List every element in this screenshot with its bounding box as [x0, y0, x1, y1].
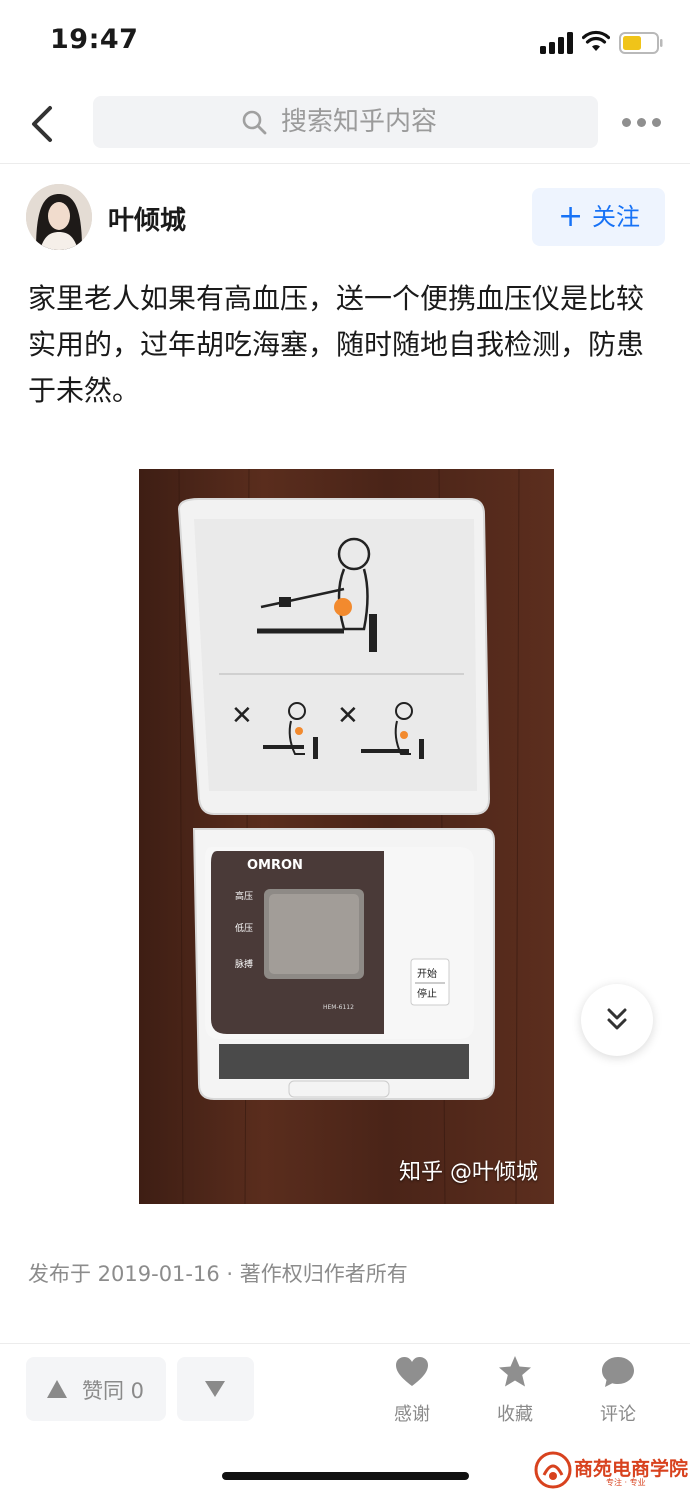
- publish-meta: 发布于 2019-01-16 · 著作权归作者所有: [28, 1262, 408, 1286]
- device-model: HEM-6112: [323, 1004, 354, 1011]
- author-name[interactable]: 叶倾城: [108, 200, 186, 237]
- svg-text:✕: ✕: [231, 701, 253, 731]
- triangle-down-icon: [205, 1381, 225, 1397]
- battery-icon: [619, 32, 663, 54]
- follow-label: 关注: [592, 203, 640, 231]
- home-indicator: [222, 1472, 469, 1480]
- top-nav: 搜索知乎内容: [0, 84, 690, 164]
- answer-text: 家里老人如果有高血压，送一个便携血压仪是比较实用的，过年胡吃海塞，随时随地自我检…: [28, 282, 645, 407]
- device-button-label-2: 停止: [417, 987, 437, 1000]
- status-time: 19:47: [50, 24, 139, 55]
- chevron-left-icon[interactable]: [24, 102, 64, 146]
- search-icon: [242, 110, 267, 135]
- double-chevron-down-icon: [607, 1008, 627, 1030]
- image-watermark: 知乎 @叶倾城: [399, 1160, 538, 1185]
- vote-down-button[interactable]: [177, 1357, 254, 1421]
- more-dots-icon[interactable]: [622, 110, 662, 134]
- search-placeholder: 搜索知乎内容: [281, 107, 438, 137]
- vote-up-label: 赞同 0: [82, 1379, 145, 1403]
- heart-icon: [396, 1357, 428, 1386]
- triangle-up-icon: [47, 1380, 67, 1398]
- signal-icon: [540, 32, 574, 54]
- vote-up-button[interactable]: 赞同 0: [26, 1357, 166, 1421]
- avatar[interactable]: [26, 184, 92, 250]
- favorite-button[interactable]: 收藏: [480, 1354, 550, 1434]
- device-label-1: 高压: [235, 890, 253, 902]
- comment-icon: [602, 1357, 634, 1387]
- status-bar: 19:47: [0, 0, 690, 84]
- brand-subtext: 专注 · 专业: [606, 1478, 646, 1487]
- comment-button[interactable]: 评论: [583, 1354, 653, 1434]
- answer-image[interactable]: ✕ ✕ OMRON 高压 低压 脉搏 HEM-6112 开始 停止 知乎 @叶倾…: [139, 469, 554, 1204]
- favorite-label: 收藏: [497, 1404, 533, 1425]
- device-label-2: 低压: [235, 922, 253, 934]
- brand-watermark-logo: 商苑电商学院 专注 · 专业: [534, 1450, 688, 1490]
- svg-text:✕: ✕: [337, 701, 359, 731]
- scroll-down-button[interactable]: [581, 984, 653, 1056]
- follow-button[interactable]: + 关注: [532, 188, 665, 246]
- device-brand: OMRON: [247, 858, 303, 873]
- device-button-label-1: 开始: [417, 967, 437, 980]
- device-label-3: 脉搏: [235, 958, 253, 970]
- blood-pressure-monitor-illustration: ✕ ✕ OMRON 高压 低压 脉搏 HEM-6112 开始 停止: [139, 469, 554, 1204]
- search-input[interactable]: 搜索知乎内容: [93, 96, 598, 148]
- wifi-icon: [582, 30, 610, 51]
- thanks-button[interactable]: 感谢: [377, 1354, 447, 1434]
- star-icon: [499, 1356, 531, 1387]
- brand-logo-icon: [534, 1451, 572, 1489]
- bottom-action-bar: 赞同 0 感谢 收藏 评论 商苑电商学院 专注 · 专业: [0, 1343, 690, 1494]
- plus-icon: +: [558, 199, 584, 234]
- comment-label: 评论: [600, 1404, 636, 1425]
- thanks-label: 感谢: [394, 1404, 430, 1425]
